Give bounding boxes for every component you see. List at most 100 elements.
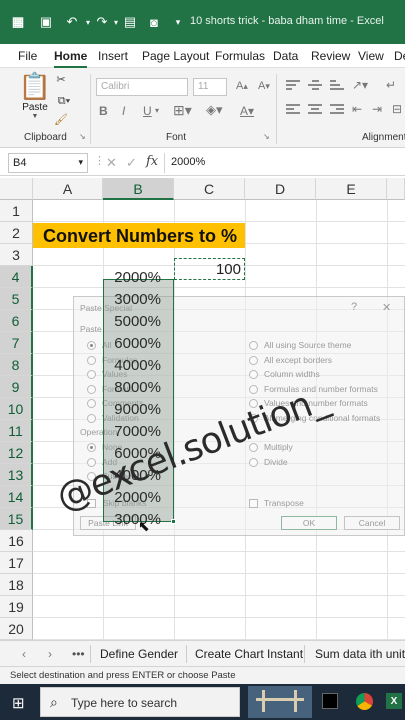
row-header-18[interactable]: 18 bbox=[0, 574, 33, 596]
undo-icon[interactable]: ↶ bbox=[64, 14, 80, 30]
sheet-tab[interactable]: Sum data ith units bbox=[315, 647, 405, 661]
select-all-corner[interactable] bbox=[0, 178, 33, 200]
radio-formulas[interactable] bbox=[87, 355, 96, 365]
tab-formulas[interactable]: Formulas bbox=[215, 49, 265, 63]
cell-b10[interactable]: 9000% bbox=[103, 401, 173, 418]
align-top-icon[interactable] bbox=[286, 80, 300, 92]
column-header-b[interactable]: B bbox=[103, 178, 174, 200]
bold-button[interactable]: B bbox=[99, 104, 108, 118]
row-header-6[interactable]: 6 bbox=[0, 310, 33, 332]
transpose-checkbox[interactable] bbox=[249, 499, 258, 508]
radio-column-widths[interactable] bbox=[249, 370, 258, 379]
radio-comments[interactable] bbox=[87, 399, 96, 408]
row-header-3[interactable]: 3 bbox=[0, 244, 33, 266]
sheet-tab[interactable]: Create Chart Instant bbox=[195, 647, 303, 661]
cell-b8[interactable]: 4000% bbox=[103, 357, 173, 374]
font-color-icon[interactable]: A▾ bbox=[240, 104, 254, 118]
tab-review[interactable]: Review bbox=[311, 49, 350, 63]
form-icon[interactable]: ▤ bbox=[122, 14, 138, 30]
close-icon[interactable]: ✕ bbox=[382, 301, 391, 314]
borders-icon[interactable]: ⊞▾ bbox=[173, 102, 192, 119]
prev-sheet-icon[interactable]: ‹ bbox=[22, 647, 26, 661]
format-painter-icon[interactable]: 🖌 bbox=[54, 112, 68, 126]
column-header-a[interactable]: A bbox=[33, 178, 103, 200]
radio-none[interactable] bbox=[87, 443, 96, 452]
title-cell[interactable]: Convert Numbers to % bbox=[33, 223, 245, 248]
increase-font-icon[interactable]: A ▴ bbox=[236, 80, 248, 92]
row-header-17[interactable]: 17 bbox=[0, 552, 33, 574]
column-header-f[interactable] bbox=[387, 178, 405, 200]
increase-indent-icon[interactable]: ⇥ bbox=[372, 102, 382, 116]
fill-handle[interactable] bbox=[171, 519, 176, 524]
tab-developer[interactable]: De bbox=[394, 49, 405, 63]
column-header-e[interactable]: E bbox=[316, 178, 387, 200]
more-sheets-icon[interactable]: ••• bbox=[72, 647, 85, 661]
radio-divide[interactable] bbox=[249, 457, 258, 467]
windows-start-icon[interactable]: ⊞ bbox=[12, 694, 25, 712]
orientation-icon[interactable]: ↗▾ bbox=[352, 78, 368, 92]
align-center-icon[interactable] bbox=[308, 104, 322, 116]
radio-formats[interactable] bbox=[87, 384, 96, 394]
italic-button[interactable]: I bbox=[122, 104, 125, 118]
underline-dropdown-icon[interactable]: ▾ bbox=[155, 106, 159, 115]
row-header-16[interactable]: 16 bbox=[0, 530, 33, 552]
row-header-8[interactable]: 8 bbox=[0, 354, 33, 376]
row-header-14[interactable]: 14 bbox=[0, 486, 33, 508]
wrap-text-icon[interactable]: ↵ bbox=[386, 78, 396, 92]
cell-b5[interactable]: 3000% bbox=[103, 291, 173, 308]
row-header-13[interactable]: 13 bbox=[0, 464, 33, 486]
align-bottom-icon[interactable] bbox=[330, 80, 344, 92]
radio-all-using-source-theme[interactable] bbox=[249, 341, 258, 350]
row-header-7[interactable]: 7 bbox=[0, 332, 33, 354]
radio-validation[interactable] bbox=[87, 413, 96, 423]
row-header-12[interactable]: 12 bbox=[0, 442, 33, 464]
row-header-11[interactable]: 11 bbox=[0, 420, 33, 442]
font-launcher-icon[interactable]: ↘ bbox=[263, 132, 270, 141]
decrease-indent-icon[interactable]: ⇤ bbox=[352, 102, 362, 116]
copy-icon[interactable]: ⧉▾ bbox=[54, 94, 74, 108]
decrease-font-icon[interactable]: A ▾ bbox=[258, 80, 270, 92]
fill-color-icon[interactable]: ◈▾ bbox=[206, 102, 223, 118]
ok-button[interactable]: OK bbox=[281, 516, 337, 530]
cut-icon[interactable]: ✂ bbox=[54, 72, 68, 86]
taskbar-search[interactable]: ⌕ Type here to search bbox=[40, 687, 240, 717]
row-header-15[interactable]: 15 bbox=[0, 508, 33, 530]
tab-home[interactable]: Home bbox=[54, 49, 88, 69]
formula-input[interactable]: 2000% bbox=[164, 153, 405, 173]
radio-formulas-and-number-formats[interactable] bbox=[249, 384, 258, 394]
radio-all[interactable] bbox=[87, 341, 96, 350]
row-header-19[interactable]: 19 bbox=[0, 596, 33, 618]
cancel-entry-icon[interactable]: ✕ bbox=[106, 155, 117, 171]
tab-page-layout[interactable]: Page Layout bbox=[142, 49, 209, 63]
radio-all-except-borders[interactable] bbox=[249, 355, 258, 365]
column-header-d[interactable]: D bbox=[245, 178, 316, 200]
camera-icon[interactable]: ◙ bbox=[146, 14, 162, 30]
copied-cell-c4[interactable]: 100 bbox=[174, 258, 245, 280]
confirm-entry-icon[interactable]: ✓ bbox=[126, 155, 137, 171]
help-icon[interactable]: ? bbox=[351, 301, 357, 313]
tab-view[interactable]: View bbox=[358, 49, 384, 63]
sheet-tab[interactable]: Define Gender bbox=[100, 647, 178, 661]
tab-file[interactable]: File bbox=[18, 49, 37, 63]
font-size-select[interactable]: 11 bbox=[193, 78, 227, 96]
row-header-20[interactable]: 20 bbox=[0, 618, 33, 640]
next-sheet-icon[interactable]: › bbox=[48, 647, 52, 661]
cell-b7[interactable]: 6000% bbox=[103, 335, 173, 352]
cell-b6[interactable]: 5000% bbox=[103, 313, 173, 330]
column-header-c[interactable]: C bbox=[174, 178, 245, 200]
font-name-select[interactable]: Calibri bbox=[96, 78, 188, 96]
tab-data[interactable]: Data bbox=[273, 49, 298, 63]
cell-b9[interactable]: 8000% bbox=[103, 379, 173, 396]
cell-b4[interactable]: 2000% bbox=[103, 269, 173, 286]
row-header-4[interactable]: 4 bbox=[0, 266, 33, 288]
align-right-icon[interactable] bbox=[330, 104, 344, 116]
align-left-icon[interactable] bbox=[286, 104, 300, 116]
merge-center-icon[interactable]: ⊟ bbox=[392, 102, 402, 116]
excel-taskbar-icon[interactable]: X bbox=[386, 693, 402, 709]
save-icon[interactable]: ▣ bbox=[38, 14, 54, 30]
paste-button[interactable]: 📋 Paste ▼ bbox=[18, 71, 52, 120]
row-header-10[interactable]: 10 bbox=[0, 398, 33, 420]
clipboard-launcher-icon[interactable]: ↘ bbox=[79, 132, 86, 141]
underline-button[interactable]: U bbox=[143, 104, 152, 118]
row-header-2[interactable]: 2 bbox=[0, 222, 33, 244]
